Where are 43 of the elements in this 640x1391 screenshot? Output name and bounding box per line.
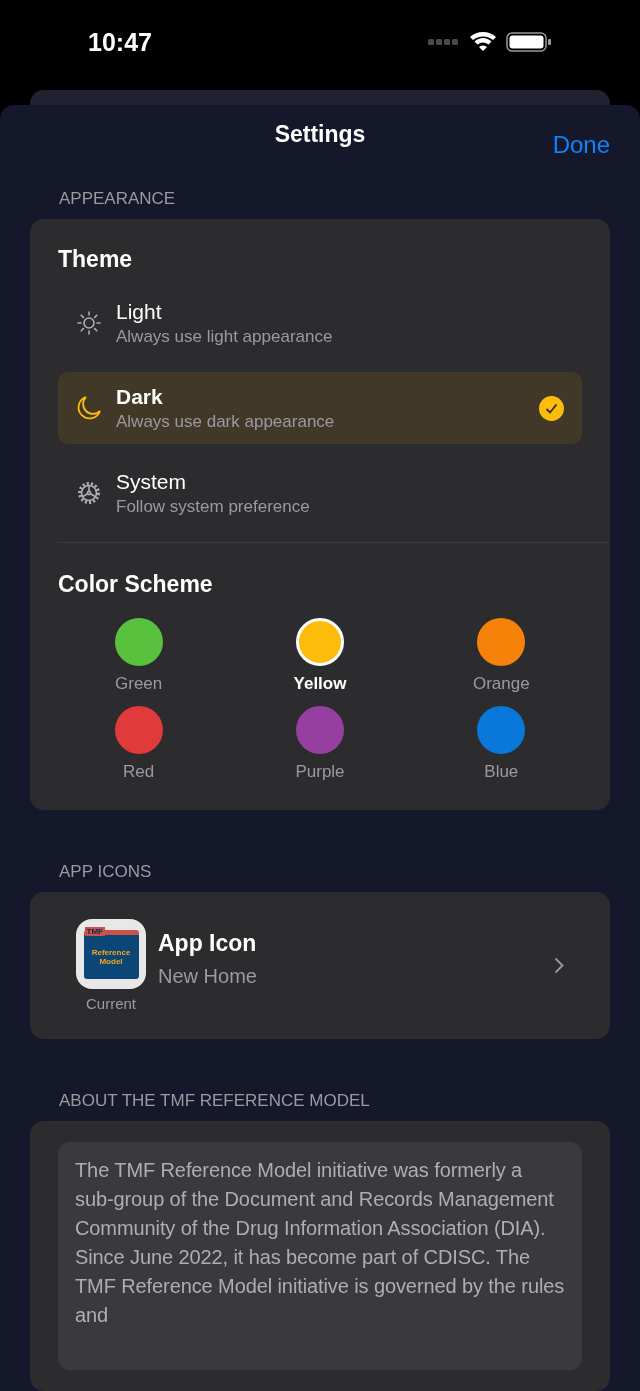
color-swatch[interactable] [296,618,344,666]
color-swatch[interactable] [114,618,163,666]
theme-subtitle: Follow system preference [116,496,311,517]
chevron-icon [554,957,564,974]
color-name: Orange [472,674,530,694]
app-icon-subtitle: New Home [158,964,258,988]
current-label: Current [86,995,136,1012]
theme-subtitle: Always use dark appearance [116,411,336,432]
block-title: Theme [58,245,134,274]
sun-icon [76,310,102,336]
color-name: Purple [295,762,345,782]
theme-title: Dark [116,384,164,409]
color-swatch[interactable] [477,706,526,754]
color-name: Yellow [293,674,347,694]
app-icon-card[interactable]: TMF Reference Model Current App Icon New Home [30,892,610,1039]
signal-icon [428,39,460,45]
sheet-title: Settings [274,121,366,148]
section-label: ABOUT THE TMF REFERENCE MODEL [58,1090,371,1112]
checkmark-icon [539,395,564,421]
moon-icon [76,395,102,421]
theme-subtitle: Always use light appearance [116,326,334,347]
about-paragraph: The TMF Reference Model initiative was formerly a sub-group of the Document and Records Management Community of the Drug Information Association (DIA). Since June 2022, it has become part of CDISC. The TMF Reference Model initiative is governed by the rules and [75,1158,565,1328]
app-icon-drawing: TMF Reference Model [76,919,146,989]
color-name: Red [123,762,155,782]
theme-option[interactable]: Dark Always use dark appearance [58,372,582,444]
color-swatch[interactable] [296,706,344,754]
section-label: APP ICONS [58,861,153,883]
section-label: APPEARANCE [58,188,177,210]
app-icon-title: App Icon [158,929,258,957]
wifi-icon [470,32,496,52]
battery-icon [506,32,552,52]
gear-icon [76,480,102,506]
theme-title: Light [116,299,163,324]
color-name: Green [115,674,163,694]
color-name: Blue [484,762,519,782]
color-swatch[interactable] [477,618,526,666]
theme-option[interactable]: System Follow system preference [58,457,582,529]
status-time: 10:47 [88,27,152,57]
color-swatch[interactable] [114,706,163,754]
theme-option[interactable]: Light Always use light appearance [58,287,582,359]
done-button[interactable]: Done [552,131,610,159]
block-title: Color Scheme [58,570,214,599]
theme-title: System [116,469,187,494]
